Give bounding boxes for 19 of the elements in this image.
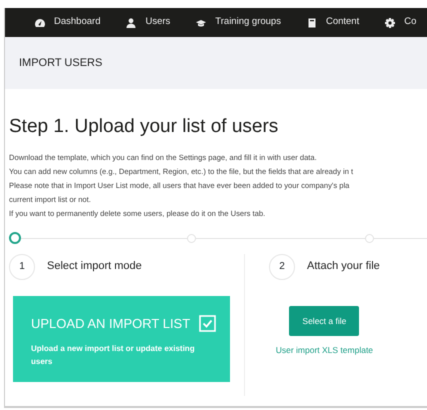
page-title: IMPORT USERS bbox=[19, 56, 102, 71]
step-number: 2 bbox=[269, 254, 295, 280]
book-icon bbox=[306, 18, 317, 28]
gear-icon bbox=[385, 18, 396, 28]
step-title: Attach your file bbox=[307, 259, 380, 274]
nav-link[interactable]: Training groups bbox=[196, 15, 281, 30]
mode-title: UPLOAD AN IMPORT LIST bbox=[31, 314, 190, 333]
nav-link[interactable]: Content bbox=[306, 15, 360, 30]
step-number: 1 bbox=[9, 254, 35, 280]
nav-link[interactable]: Co bbox=[385, 15, 416, 30]
gauge-icon bbox=[35, 18, 45, 28]
nav-link[interactable]: Dashboard bbox=[35, 15, 100, 30]
step-heading: Step 1. Upload your list of users bbox=[9, 115, 280, 139]
person-icon bbox=[126, 18, 136, 28]
mode-description: Upload a new import list or update existing users bbox=[31, 343, 196, 368]
step-title: Select import mode bbox=[47, 259, 142, 274]
nav-link[interactable]: Users bbox=[126, 15, 170, 30]
checkbox[interactable] bbox=[199, 314, 216, 332]
graduation-cap-icon bbox=[196, 18, 206, 28]
